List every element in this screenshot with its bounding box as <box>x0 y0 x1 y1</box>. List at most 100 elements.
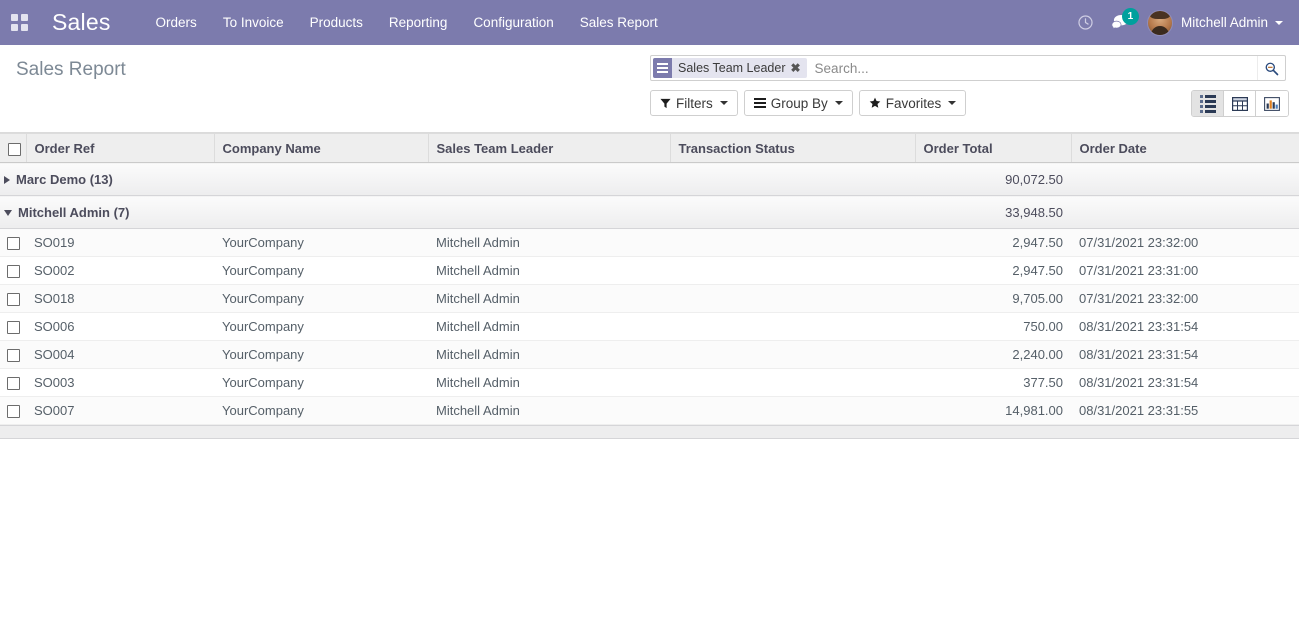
table-row[interactable]: SO007 YourCompany Mitchell Admin 14,981.… <box>0 397 1299 425</box>
hamburger-icon <box>754 98 766 108</box>
activity-menu-button[interactable] <box>1069 0 1103 45</box>
cell-order-total: 750.00 <box>915 313 1071 341</box>
chevron-down-icon <box>720 101 728 105</box>
group-row-mitchell-admin[interactable]: Mitchell Admin (7) 33,948.50 <box>0 196 1299 229</box>
cell-order-ref: SO006 <box>26 313 214 341</box>
table-row[interactable]: SO003 YourCompany Mitchell Admin 377.50 … <box>0 369 1299 397</box>
list-icon <box>1200 95 1216 113</box>
cell-transaction-status <box>670 313 915 341</box>
chevron-down-icon <box>1275 21 1283 25</box>
cell-transaction-status <box>670 397 915 425</box>
cell-company-name: YourCompany <box>214 369 428 397</box>
search-facet-label: Sales Team Leader <box>672 61 790 75</box>
cell-order-ref: SO019 <box>26 229 214 257</box>
group-total-mitchell-admin: 33,948.50 <box>915 196 1071 229</box>
page-title: Sales Report <box>16 59 126 81</box>
view-button-graph[interactable] <box>1256 91 1288 116</box>
user-menu[interactable]: Mitchell Admin <box>1137 0 1289 45</box>
facet-remove-icon[interactable]: ✖ <box>790 61 806 75</box>
cell-order-total: 377.50 <box>915 369 1071 397</box>
menu-item-to-invoice[interactable]: To Invoice <box>210 0 297 45</box>
menu-item-products[interactable]: Products <box>297 0 376 45</box>
cell-sales-team-leader: Mitchell Admin <box>428 257 670 285</box>
apps-menu-button[interactable] <box>0 0 38 45</box>
group-label-cell[interactable]: Mitchell Admin (7) <box>0 196 915 229</box>
app-brand-sales[interactable]: Sales <box>38 0 125 45</box>
apps-grid-icon <box>11 14 28 31</box>
caret-right-icon[interactable] <box>4 176 10 184</box>
menu-item-orders[interactable]: Orders <box>143 0 210 45</box>
cell-sales-team-leader: Mitchell Admin <box>428 369 670 397</box>
column-header-order-ref[interactable]: Order Ref <box>26 134 214 163</box>
table-row[interactable]: SO004 YourCompany Mitchell Admin 2,240.0… <box>0 341 1299 369</box>
row-select-cell <box>0 369 26 397</box>
navbar-right-tools: 1 Mitchell Admin <box>1069 0 1299 45</box>
chevron-down-icon <box>835 101 843 105</box>
favorites-button[interactable]: Favorites <box>859 90 967 116</box>
cell-transaction-status <box>670 285 915 313</box>
filters-button[interactable]: Filters <box>650 90 738 116</box>
table-row[interactable]: SO006 YourCompany Mitchell Admin 750.00 … <box>0 313 1299 341</box>
menu-item-reporting[interactable]: Reporting <box>376 0 461 45</box>
view-button-pivot[interactable] <box>1224 91 1256 116</box>
messages-menu-button[interactable]: 1 <box>1103 0 1137 45</box>
row-checkbox[interactable] <box>7 293 20 306</box>
row-checkbox[interactable] <box>7 237 20 250</box>
row-checkbox[interactable] <box>7 405 20 418</box>
favorites-button-label: Favorites <box>886 96 942 111</box>
cell-order-date: 07/31/2021 23:31:00 <box>1071 257 1299 285</box>
group-label-cell[interactable]: Marc Demo (13) <box>0 163 915 196</box>
column-header-sales-team-leader[interactable]: Sales Team Leader <box>428 134 670 163</box>
table-footer <box>0 425 1299 439</box>
column-header-order-total[interactable]: Order Total <box>915 134 1071 163</box>
messages-count-badge: 1 <box>1122 8 1139 25</box>
cell-company-name: YourCompany <box>214 397 428 425</box>
column-header-transaction-status[interactable]: Transaction Status <box>670 134 915 163</box>
cell-company-name: YourCompany <box>214 285 428 313</box>
group-row-marc-demo[interactable]: Marc Demo (13) 90,072.50 <box>0 163 1299 196</box>
row-checkbox[interactable] <box>7 265 20 278</box>
top-navbar: Sales Orders To Invoice Products Reporti… <box>0 0 1299 45</box>
row-select-cell <box>0 257 26 285</box>
cell-sales-team-leader: Mitchell Admin <box>428 229 670 257</box>
group-by-button[interactable]: Group By <box>744 90 853 116</box>
table-row[interactable]: SO019 YourCompany Mitchell Admin 2,947.5… <box>0 229 1299 257</box>
table-header-row: Order Ref Company Name Sales Team Leader… <box>0 134 1299 163</box>
menu-item-configuration[interactable]: Configuration <box>460 0 566 45</box>
table-icon <box>1232 97 1248 111</box>
group-date-cell <box>1071 196 1299 229</box>
menu-item-sales-report[interactable]: Sales Report <box>567 0 671 45</box>
row-checkbox[interactable] <box>7 377 20 390</box>
column-header-company-name[interactable]: Company Name <box>214 134 428 163</box>
main-menu: Orders To Invoice Products Reporting Con… <box>143 0 671 45</box>
column-header-order-date[interactable]: Order Date <box>1071 134 1299 163</box>
caret-down-icon[interactable] <box>4 210 12 216</box>
table-row[interactable]: SO002 YourCompany Mitchell Admin 2,947.5… <box>0 257 1299 285</box>
magnifier-icon <box>1264 61 1279 76</box>
cell-sales-team-leader: Mitchell Admin <box>428 285 670 313</box>
user-name-label: Mitchell Admin <box>1181 15 1268 30</box>
cell-order-date: 08/31/2021 23:31:55 <box>1071 397 1299 425</box>
cell-sales-team-leader: Mitchell Admin <box>428 397 670 425</box>
search-button[interactable] <box>1257 56 1285 80</box>
row-select-cell <box>0 341 26 369</box>
bar-chart-icon <box>1264 97 1280 111</box>
cell-order-total: 9,705.00 <box>915 285 1071 313</box>
cell-company-name: YourCompany <box>214 257 428 285</box>
cell-company-name: YourCompany <box>214 229 428 257</box>
row-checkbox[interactable] <box>7 349 20 362</box>
table-row[interactable]: SO018 YourCompany Mitchell Admin 9,705.0… <box>0 285 1299 313</box>
view-button-list[interactable] <box>1192 91 1224 116</box>
avatar <box>1147 10 1173 36</box>
search-input[interactable] <box>807 56 1257 80</box>
cell-company-name: YourCompany <box>214 313 428 341</box>
select-all-checkbox[interactable] <box>8 143 21 156</box>
group-label: Mitchell Admin (7) <box>18 205 129 220</box>
search-box[interactable]: Sales Team Leader ✖ <box>650 55 1286 81</box>
cell-order-total: 2,947.50 <box>915 229 1071 257</box>
search-facet-sales-team-leader[interactable]: Sales Team Leader ✖ <box>653 58 807 78</box>
list-view: Order Ref Company Name Sales Team Leader… <box>0 133 1299 439</box>
row-checkbox[interactable] <box>7 321 20 334</box>
row-select-cell <box>0 313 26 341</box>
cell-order-total: 2,240.00 <box>915 341 1071 369</box>
